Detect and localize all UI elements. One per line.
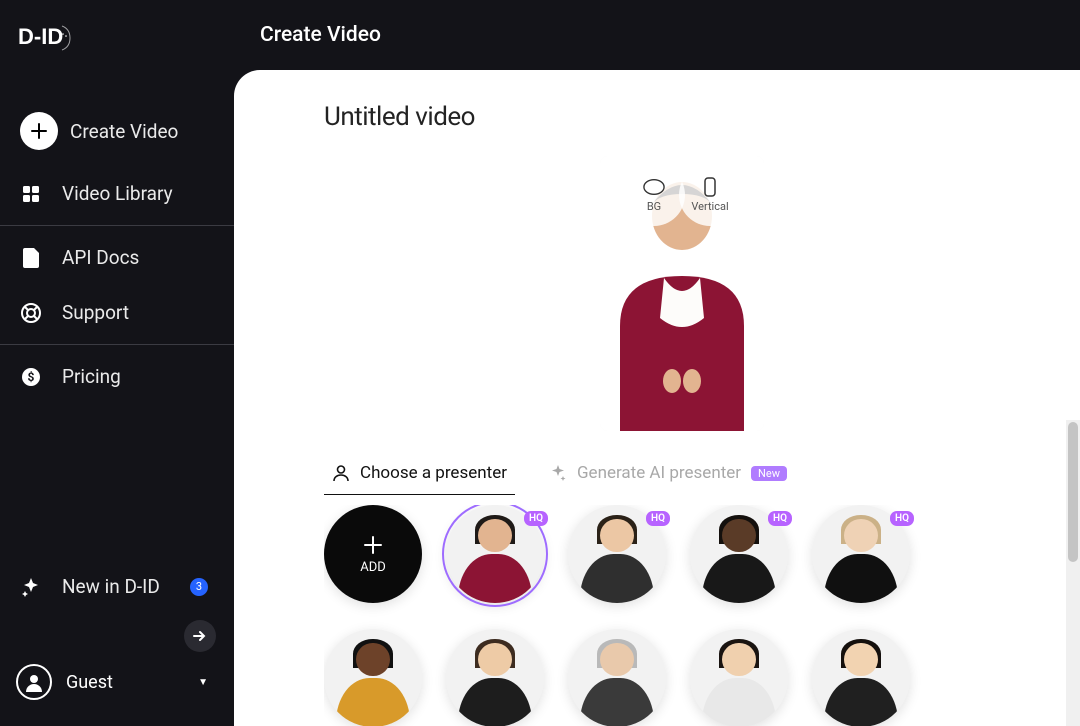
svg-text:D-ID: D-ID [18, 24, 63, 49]
sidebar-item-label: Support [62, 301, 129, 324]
arrow-right-icon [192, 630, 208, 642]
sidebar-item-support[interactable]: Support [0, 285, 234, 340]
sparkles-icon [549, 464, 567, 482]
bg-ellipse-icon [643, 177, 665, 197]
chevron-down-icon: ▼ [198, 677, 208, 688]
hq-badge: HQ [768, 511, 792, 526]
sidebar-item-label: Pricing [62, 365, 121, 388]
sidebar-nav: API Docs Support [0, 230, 234, 340]
video-preview: BG Vertical [600, 156, 764, 431]
presenter-item[interactable]: HQ [812, 505, 910, 603]
add-label: ADD [360, 560, 386, 575]
sidebar-nav: $ Pricing [0, 349, 234, 404]
tab-choose-presenter[interactable]: Choose a presenter [324, 453, 515, 495]
chip-label: BG [647, 200, 661, 213]
presenter-item[interactable] [690, 629, 788, 726]
vertical-rect-icon [699, 177, 721, 197]
presenter-item[interactable] [446, 629, 544, 726]
presenter-item[interactable]: HQ [446, 505, 544, 603]
divider [0, 344, 234, 345]
sidebar-item-video-library[interactable]: Video Library [0, 166, 234, 221]
sidebar-item-label: Video Library [62, 182, 173, 205]
page-title: Create Video [260, 23, 381, 47]
sidebar-collapse-button[interactable] [184, 620, 216, 652]
video-title-input[interactable]: Untitled video [324, 102, 1040, 132]
tab-label: Choose a presenter [360, 463, 507, 483]
hq-badge: HQ [524, 511, 548, 526]
divider [0, 225, 234, 226]
new-badge: New [751, 466, 787, 481]
brand-logo-svg: D-ID [18, 20, 74, 56]
scrollbar-thumb[interactable] [1068, 422, 1078, 562]
plus-icon [362, 534, 384, 556]
presenter-add[interactable]: ADD [324, 505, 422, 603]
preview-controls: BG Vertical [623, 164, 741, 226]
sidebar-item-pricing[interactable]: $ Pricing [0, 349, 234, 404]
orientation-chip[interactable]: Vertical [679, 164, 741, 226]
sidebar-item-api-docs[interactable]: API Docs [0, 230, 234, 285]
person-icon [332, 464, 350, 482]
presenter-item[interactable] [324, 629, 422, 726]
presenter-item[interactable]: HQ [568, 505, 666, 603]
canvas: Untitled video BG [234, 70, 1080, 726]
tab-label: Generate AI presenter [577, 463, 741, 483]
sidebar-nav: Create Video Video Library [0, 96, 234, 221]
presenter-tabs: Choose a presenter Generate AI presenter… [324, 453, 1040, 495]
grid-icon [20, 183, 42, 205]
sparkle-icon [20, 576, 42, 598]
presenter-item[interactable] [812, 629, 910, 726]
presenter-grid: ADD HQ HQ HQ [324, 505, 1040, 726]
presenter-item[interactable] [568, 629, 666, 726]
svg-text:$: $ [28, 370, 35, 384]
main: Create Video Untitled video [234, 0, 1080, 726]
chip-label: Vertical [691, 200, 728, 213]
lifebuoy-icon [20, 302, 42, 324]
sidebar-item-create-video[interactable]: Create Video [0, 96, 234, 166]
sidebar-item-whats-new[interactable]: New in D-ID 3 [0, 559, 234, 614]
avatar-icon [16, 664, 52, 700]
sidebar: D-ID Create Video Video Library API Docs [0, 0, 234, 726]
dollar-icon: $ [20, 366, 42, 388]
sidebar-item-label: New in D-ID [62, 575, 160, 598]
new-count-badge: 3 [190, 578, 208, 596]
sidebar-item-label: API Docs [62, 246, 139, 269]
user-label: Guest [66, 672, 113, 693]
document-icon [20, 247, 42, 269]
hq-badge: HQ [890, 511, 914, 526]
brand-logo: D-ID [0, 14, 234, 96]
sidebar-item-label: Create Video [70, 120, 178, 143]
user-menu[interactable]: Guest ▼ [0, 652, 234, 712]
hq-badge: HQ [646, 511, 670, 526]
tab-generate-ai-presenter[interactable]: Generate AI presenter New [541, 453, 795, 495]
presenter-item[interactable]: HQ [690, 505, 788, 603]
topbar: Create Video [234, 0, 1080, 70]
plus-icon [20, 112, 58, 150]
background-chip[interactable]: BG [623, 164, 685, 226]
